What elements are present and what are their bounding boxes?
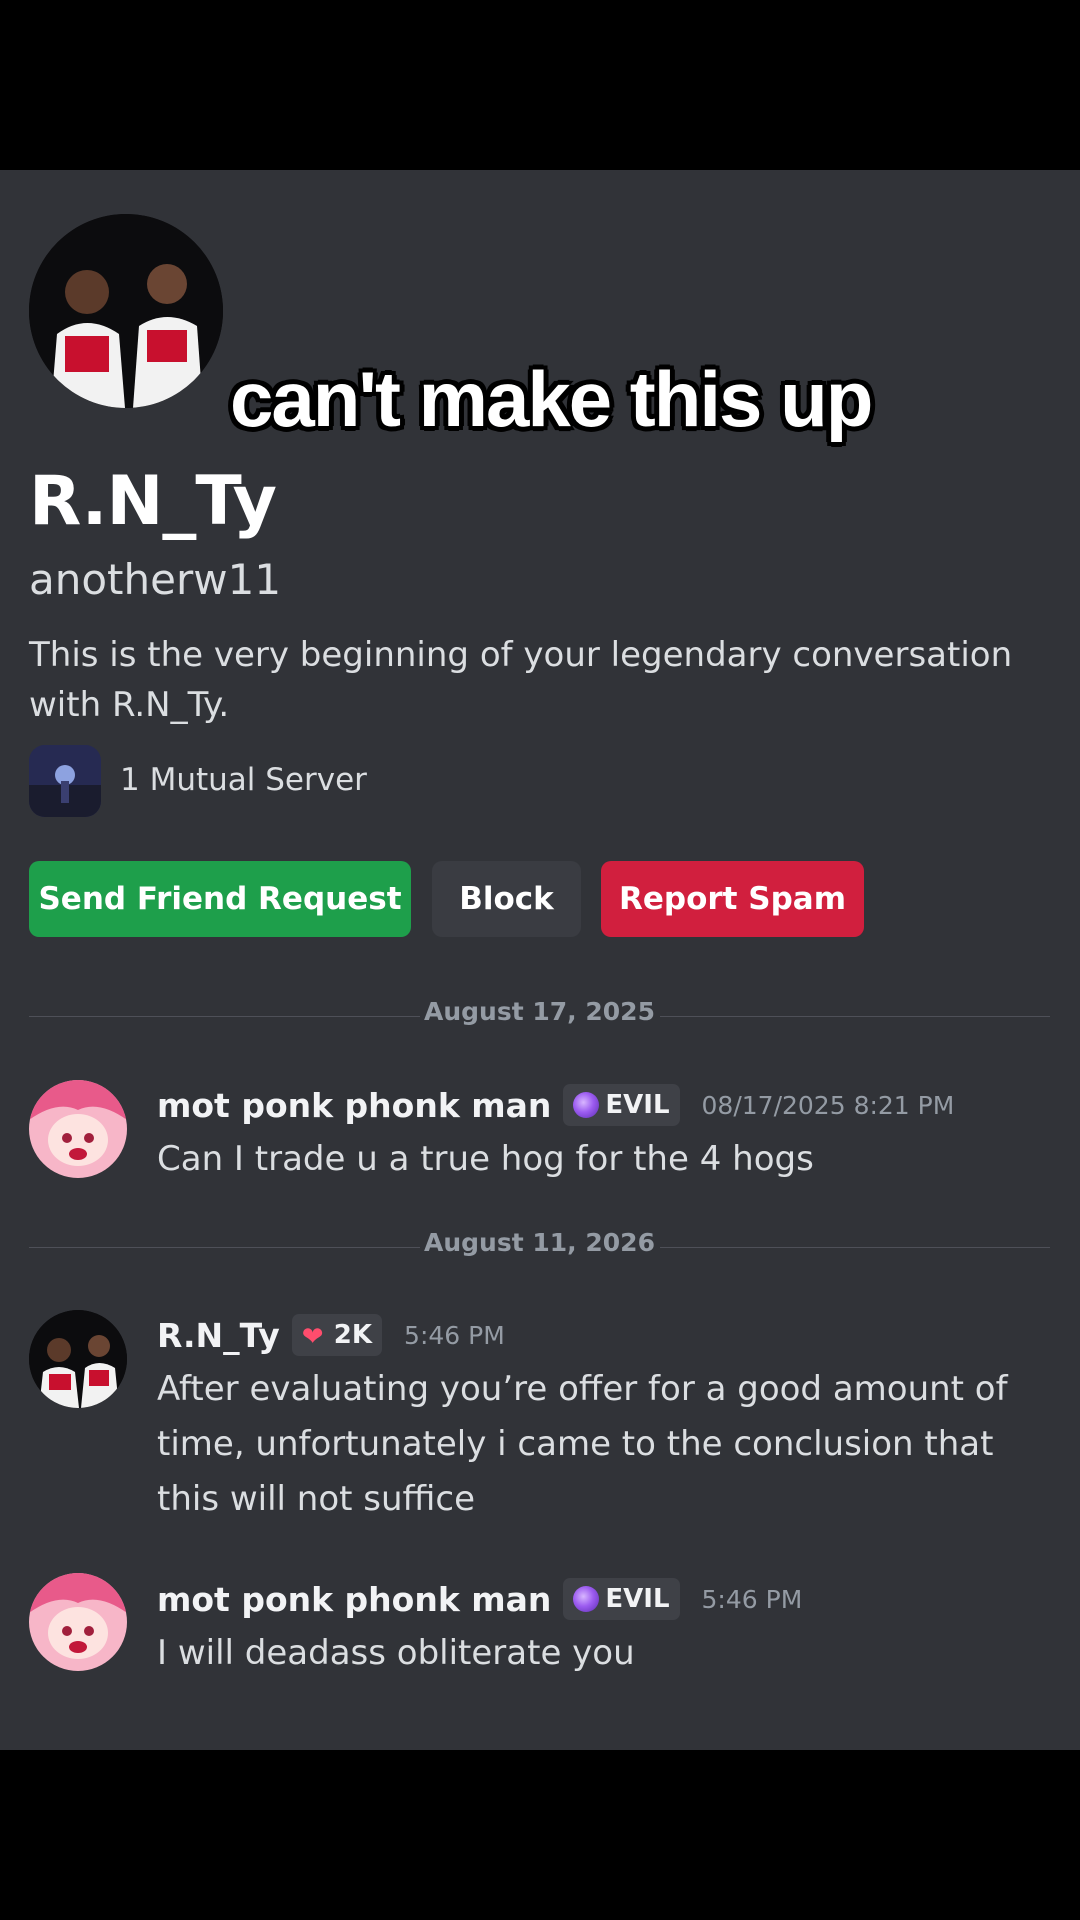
divider-date: August 11, 2026 xyxy=(424,1228,655,1257)
report-spam-button[interactable]: Report Spam xyxy=(601,861,864,937)
message-author[interactable]: mot ponk phonk man xyxy=(157,1580,551,1619)
profile-username: anotherw11 xyxy=(29,555,282,604)
mutual-server-icon[interactable] xyxy=(29,745,101,817)
conversation-intro: This is the very beginning of your legen… xyxy=(29,635,1013,725)
heart-icon: ❤ xyxy=(301,1322,324,1352)
message-avatar[interactable] xyxy=(29,1080,127,1178)
block-button[interactable]: Block xyxy=(432,861,581,937)
message-author[interactable]: mot ponk phonk man xyxy=(157,1086,551,1125)
message-header: mot ponk phonk man EVIL 5:46 PM xyxy=(157,1578,802,1620)
anime-avatar-image xyxy=(29,1573,127,1671)
profile-display-name: R.N_Ty xyxy=(29,462,277,541)
message-text: I will deadass obliterate you xyxy=(157,1633,635,1673)
server-tag[interactable]: ❤ 2K xyxy=(291,1314,383,1356)
evil-orb-icon xyxy=(573,1586,600,1612)
message-avatar[interactable] xyxy=(29,1310,127,1408)
server-tag-label: 2K xyxy=(333,1320,373,1350)
avatar-photo xyxy=(29,1310,127,1408)
message-text: Can I trade u a true hog for the 4 hogs xyxy=(157,1139,814,1179)
anime-avatar-image xyxy=(29,1080,127,1178)
video-caption-overlay: can't make this up xyxy=(230,355,873,443)
avatar-photo xyxy=(29,214,223,408)
message-header: mot ponk phonk man EVIL 08/17/2025 8:21 … xyxy=(157,1084,954,1126)
server-image xyxy=(29,745,101,817)
divider-date: August 17, 2025 xyxy=(424,997,655,1026)
mutual-server-link[interactable]: 1 Mutual Server xyxy=(120,762,367,798)
server-tag[interactable]: EVIL xyxy=(563,1084,680,1126)
divider-line xyxy=(660,1247,1050,1248)
date-divider: August 17, 2025 xyxy=(29,997,1050,1037)
send-friend-request-button[interactable]: Send Friend Request xyxy=(29,861,411,937)
message-text: After evaluating you’re offer for a good… xyxy=(157,1369,1008,1519)
message-avatar[interactable] xyxy=(29,1573,127,1671)
message-timestamp: 5:46 PM xyxy=(701,1584,803,1614)
message-timestamp: 5:46 PM xyxy=(404,1320,505,1350)
server-tag[interactable]: EVIL xyxy=(563,1578,680,1620)
evil-orb-icon xyxy=(573,1092,600,1118)
date-divider: August 11, 2026 xyxy=(29,1228,1050,1268)
divider-line xyxy=(660,1016,1050,1017)
message-author[interactable]: R.N_Ty xyxy=(157,1316,280,1355)
message-timestamp: 08/17/2025 8:21 PM xyxy=(701,1090,955,1120)
server-tag-label: EVIL xyxy=(605,1584,670,1614)
profile-avatar[interactable] xyxy=(29,214,223,408)
server-tag-label: EVIL xyxy=(605,1090,670,1120)
message-header: R.N_Ty ❤ 2K 5:46 PM xyxy=(157,1314,505,1356)
